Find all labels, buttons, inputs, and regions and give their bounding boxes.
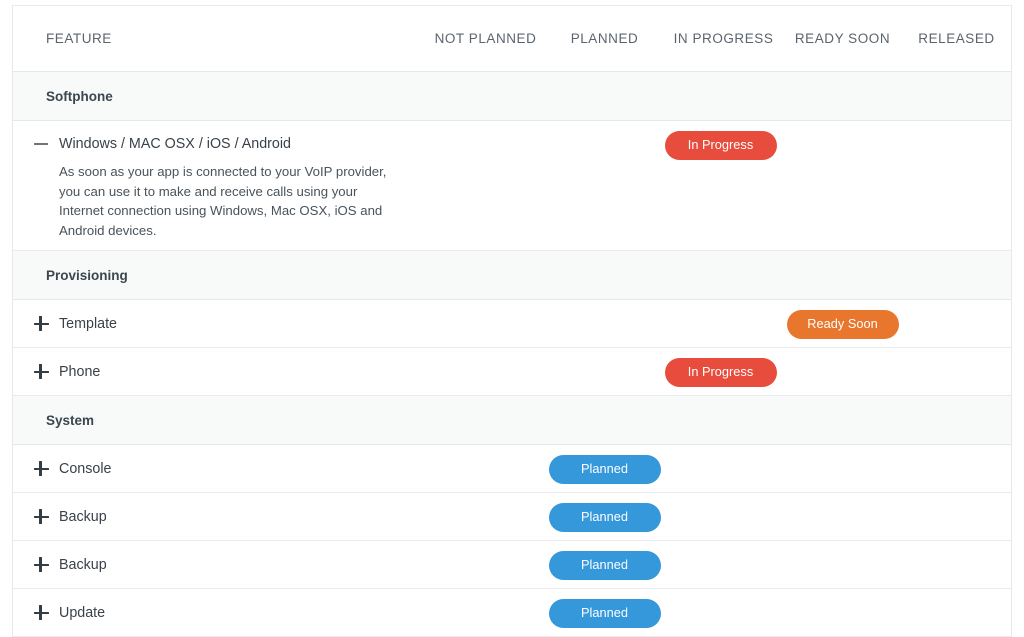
feature-row: Console Planned bbox=[13, 445, 1011, 494]
plus-icon[interactable] bbox=[33, 363, 51, 381]
feature-text: Console bbox=[59, 460, 416, 478]
feature-cell: Update bbox=[13, 589, 426, 632]
plus-icon[interactable] bbox=[33, 508, 51, 526]
status-cell-released bbox=[902, 541, 1011, 588]
status-cell-not-planned bbox=[426, 493, 545, 540]
status-cell-in-progress bbox=[664, 445, 783, 492]
status-cell-not-planned bbox=[426, 300, 545, 347]
feature-cell: Backup bbox=[13, 541, 426, 584]
feature-text: Phone bbox=[59, 363, 416, 381]
status-cell-planned: Planned bbox=[545, 493, 664, 540]
status-cell-ready-soon bbox=[783, 445, 902, 492]
status-cell-ready-soon bbox=[783, 589, 902, 636]
status-badge[interactable]: Planned bbox=[548, 455, 661, 485]
status-cell-released bbox=[902, 493, 1011, 540]
status-cell-in-progress: In Progress bbox=[664, 348, 783, 395]
status-cell-planned bbox=[545, 300, 664, 347]
status-cell-ready-soon bbox=[783, 348, 902, 395]
feature-text: Template bbox=[59, 315, 416, 333]
feature-row: Windows / MAC OSX / iOS / Android As soon… bbox=[13, 121, 1011, 252]
feature-name[interactable]: Update bbox=[59, 604, 416, 622]
status-cell-ready-soon bbox=[783, 493, 902, 540]
minus-icon[interactable] bbox=[33, 135, 51, 153]
status-cell-in-progress: In Progress bbox=[664, 121, 783, 168]
status-cell-planned: Planned bbox=[545, 445, 664, 492]
status-cell-in-progress bbox=[664, 300, 783, 347]
status-cell-ready-soon: Ready Soon bbox=[783, 300, 902, 347]
status-cell-ready-soon bbox=[783, 121, 902, 168]
status-cell-not-planned bbox=[426, 541, 545, 588]
group-header-row: Softphone bbox=[13, 72, 1011, 121]
plus-icon[interactable] bbox=[33, 315, 51, 333]
status-cell-in-progress bbox=[664, 493, 783, 540]
feature-text: Windows / MAC OSX / iOS / Android As soon… bbox=[59, 135, 416, 240]
status-cell-not-planned bbox=[426, 348, 545, 395]
feature-text: Backup bbox=[59, 508, 416, 526]
feature-name[interactable]: Backup bbox=[59, 556, 416, 574]
status-cell-not-planned bbox=[426, 445, 545, 492]
feature-row: Template Ready Soon bbox=[13, 300, 1011, 349]
group-header-row: System bbox=[13, 396, 1011, 446]
feature-row: Backup Planned bbox=[13, 541, 1011, 590]
status-cell-planned: Planned bbox=[545, 541, 664, 588]
feature-description: As soon as your app is connected to your… bbox=[59, 164, 387, 238]
status-cell-in-progress bbox=[664, 589, 783, 636]
status-badge[interactable]: Planned bbox=[548, 551, 661, 581]
status-badge[interactable]: Planned bbox=[548, 599, 661, 629]
feature-cell: Console bbox=[13, 445, 426, 488]
column-header-feature: FEATURE bbox=[46, 31, 112, 46]
feature-cell: Template bbox=[13, 300, 426, 343]
column-header-ready-soon: READY SOON bbox=[794, 31, 891, 46]
status-badge[interactable]: Planned bbox=[548, 503, 661, 533]
status-cell-planned bbox=[545, 348, 664, 395]
status-cell-released bbox=[902, 589, 1011, 636]
group-title: Provisioning bbox=[46, 267, 128, 283]
feature-text: Backup bbox=[59, 556, 416, 574]
status-cell-released bbox=[902, 300, 1011, 347]
feature-name[interactable]: Template bbox=[59, 315, 416, 333]
status-cell-not-planned bbox=[426, 589, 545, 636]
status-cell-released bbox=[902, 348, 1011, 395]
column-header-not-planned: NOT PLANNED bbox=[434, 31, 537, 46]
status-cell-not-planned bbox=[426, 121, 545, 168]
group-header-row: Provisioning bbox=[13, 251, 1011, 301]
plus-icon[interactable] bbox=[33, 556, 51, 574]
feature-name[interactable]: Windows / MAC OSX / iOS / Android bbox=[59, 135, 416, 153]
feature-row: Phone In Progress bbox=[13, 348, 1011, 397]
feature-text: Update bbox=[59, 604, 416, 622]
feature-cell: Windows / MAC OSX / iOS / Android As soon… bbox=[13, 121, 426, 250]
roadmap-table: FEATURE NOT PLANNED PLANNED IN PROGRESS … bbox=[12, 5, 1012, 637]
feature-cell: Backup bbox=[13, 493, 426, 536]
column-header-in-progress: IN PROGRESS bbox=[673, 31, 774, 46]
status-cell-ready-soon bbox=[783, 541, 902, 588]
plus-icon[interactable] bbox=[33, 460, 51, 478]
feature-cell: Phone bbox=[13, 348, 426, 391]
status-badge[interactable]: Ready Soon bbox=[786, 310, 899, 340]
feature-name[interactable]: Phone bbox=[59, 363, 416, 381]
plus-icon[interactable] bbox=[33, 604, 51, 622]
status-cell-in-progress bbox=[664, 541, 783, 588]
column-header-released: RELEASED bbox=[918, 31, 995, 46]
status-badge[interactable]: In Progress bbox=[664, 358, 777, 388]
status-badge[interactable]: In Progress bbox=[664, 131, 777, 160]
group-title: System bbox=[46, 412, 95, 428]
status-cell-released bbox=[902, 445, 1011, 492]
feature-name[interactable]: Backup bbox=[59, 508, 416, 526]
table-body: Softphone Windows / MAC OSX / iOS / Andro… bbox=[13, 72, 1011, 637]
feature-name[interactable]: Console bbox=[59, 460, 416, 478]
feature-row: Update Planned bbox=[13, 589, 1011, 637]
feature-row: Backup Planned bbox=[13, 493, 1011, 542]
group-title: Softphone bbox=[46, 88, 113, 104]
status-cell-planned: Planned bbox=[545, 589, 664, 636]
table-header-row: FEATURE NOT PLANNED PLANNED IN PROGRESS … bbox=[13, 6, 1011, 72]
status-cell-released bbox=[902, 121, 1011, 168]
status-cell-planned bbox=[545, 121, 664, 168]
column-header-planned: PLANNED bbox=[570, 31, 639, 46]
